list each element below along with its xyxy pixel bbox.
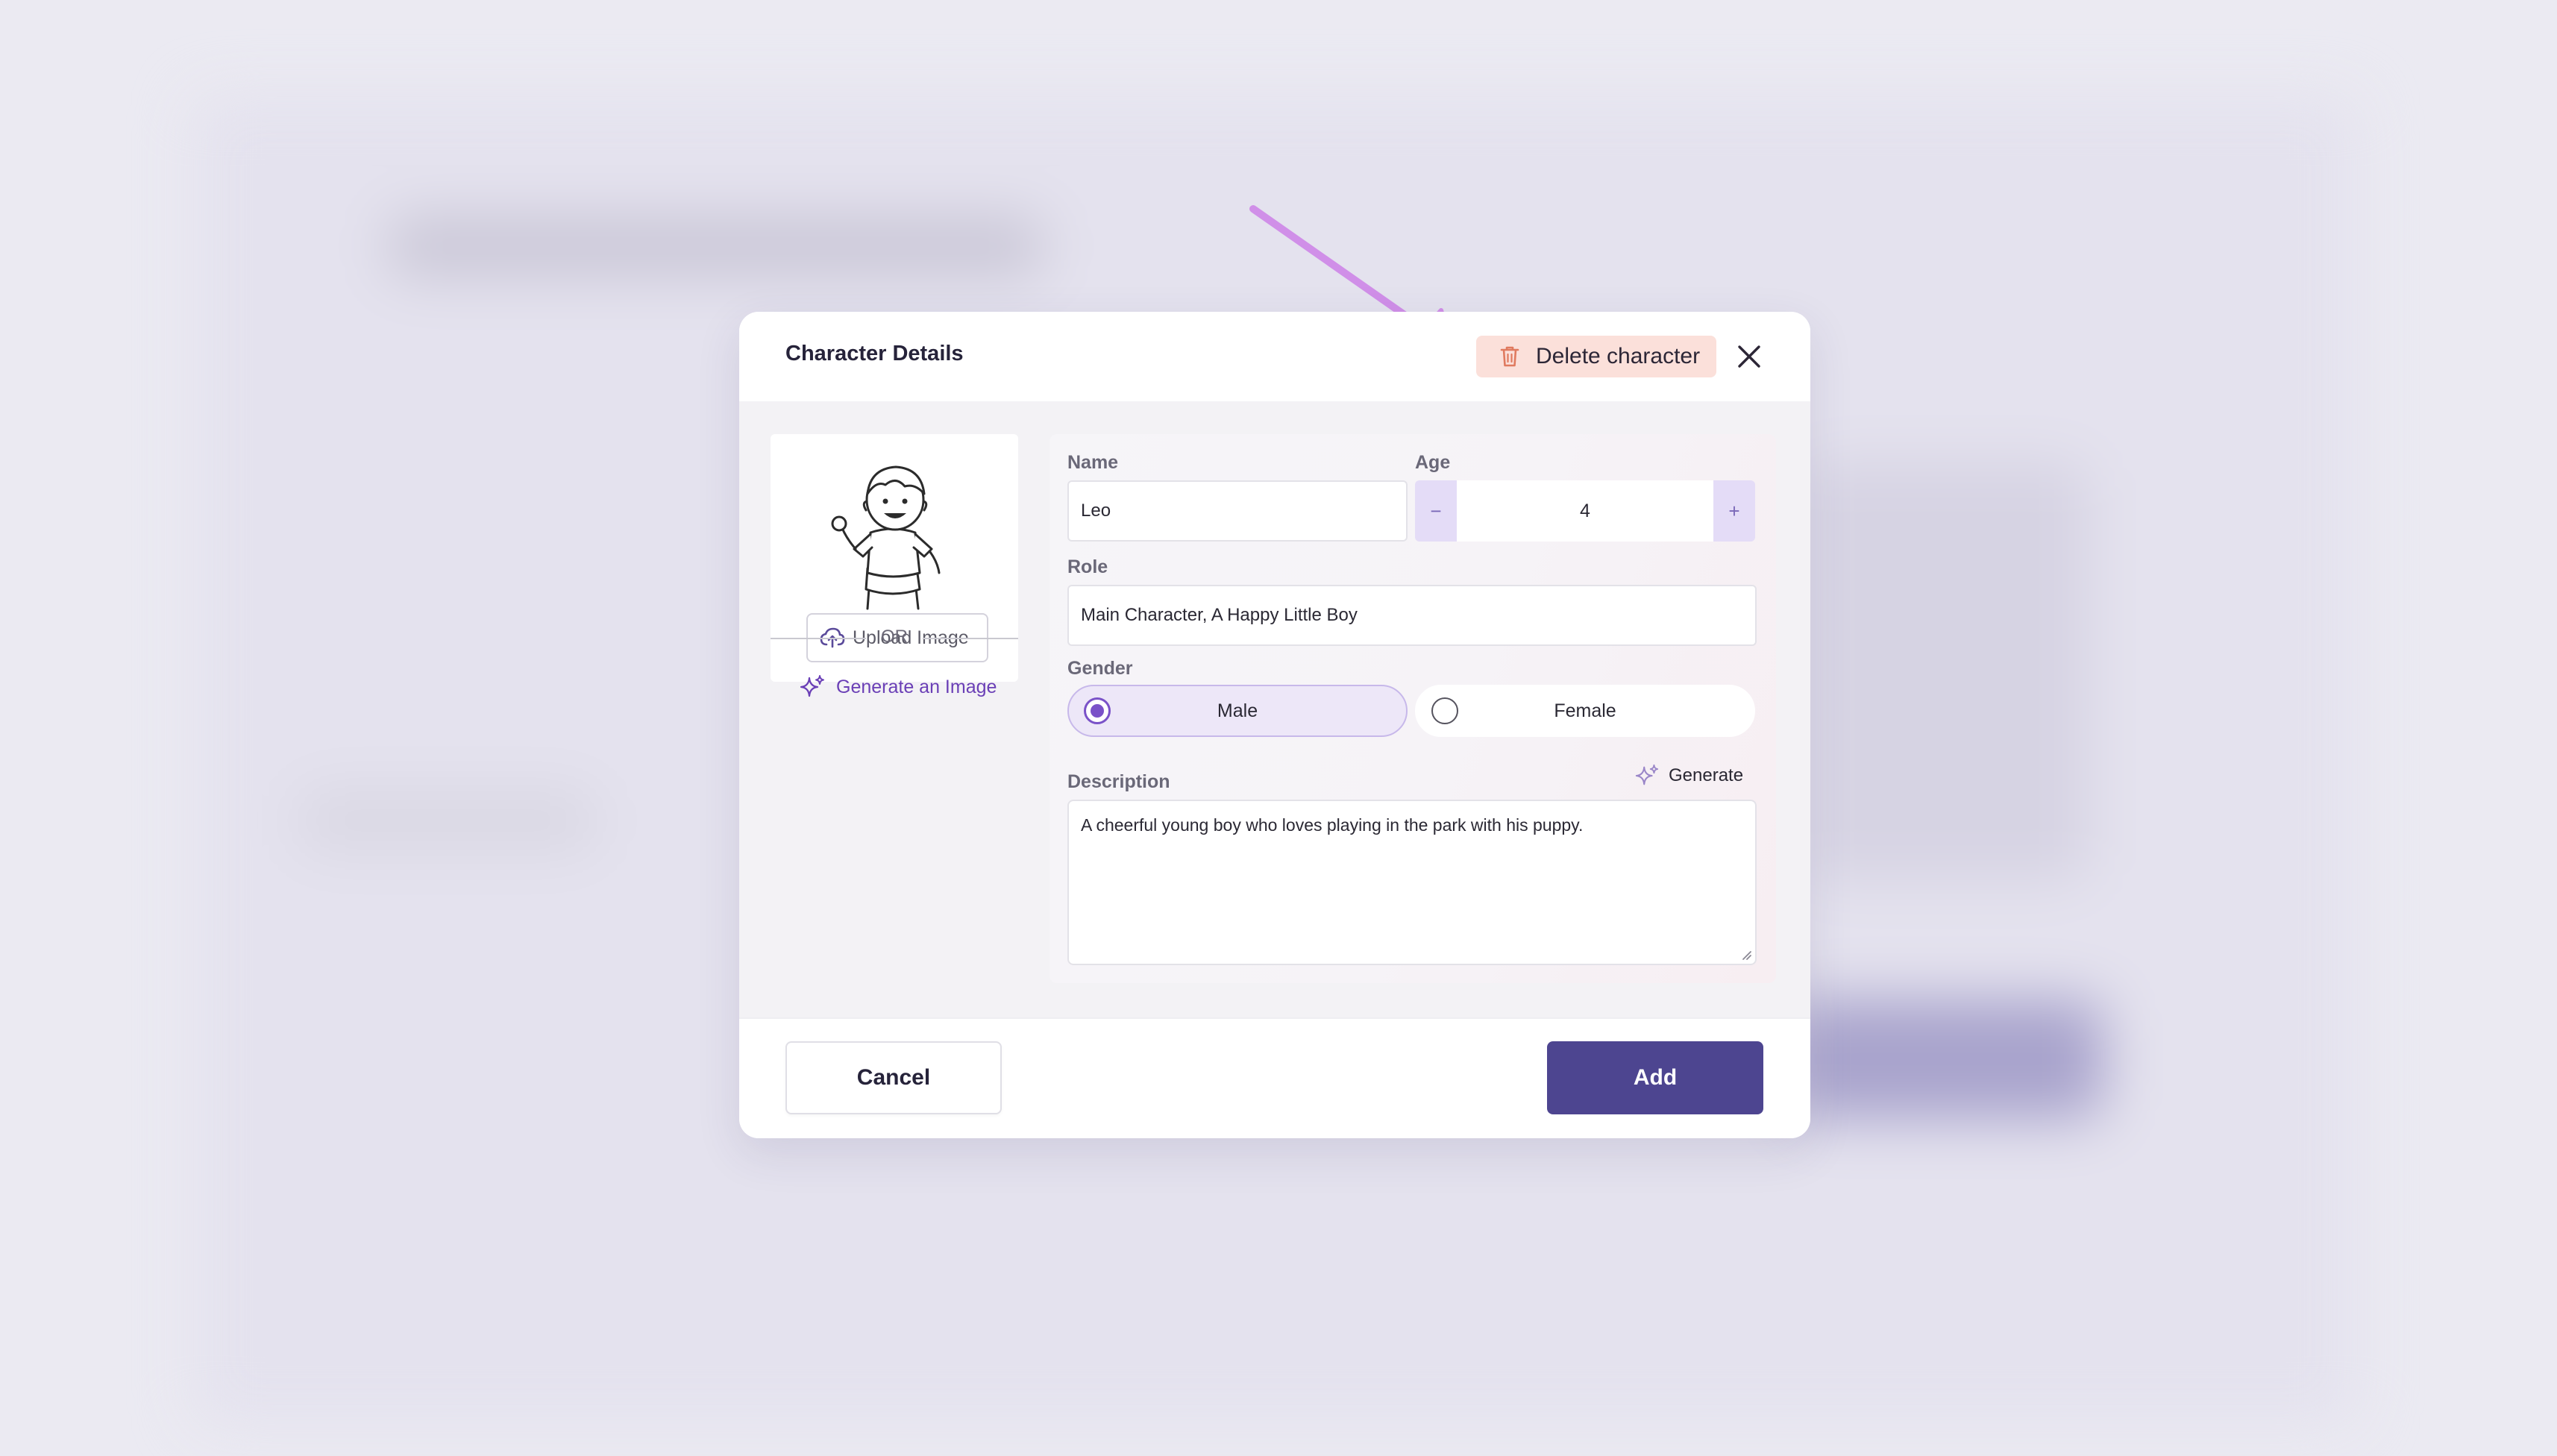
character-form: Name Leo Age − 4 + Role Main Character, … [1050, 434, 1776, 983]
generate-description-label: Generate [1669, 765, 1744, 785]
role-input[interactable]: Main Character, A Happy Little Boy [1067, 585, 1757, 646]
cancel-button[interactable]: Cancel [785, 1041, 1002, 1114]
generate-image-label: Generate an Image [836, 676, 997, 697]
close-button[interactable] [1736, 343, 1763, 370]
age-stepper: − 4 + [1415, 480, 1755, 542]
add-button[interactable]: Add [1547, 1041, 1763, 1114]
trash-icon [1500, 346, 1519, 367]
delete-character-label: Delete character [1536, 344, 1701, 368]
or-divider: OR [771, 627, 1018, 649]
description-text: A cheerful young boy who loves playing i… [1081, 815, 1584, 835]
generate-description-button[interactable]: Generate [1634, 761, 1743, 791]
modal-title: Character Details [785, 342, 964, 365]
name-input[interactable]: Leo [1067, 480, 1408, 542]
gender-male-option[interactable]: Male [1067, 685, 1408, 737]
gender-female-label: Female [1554, 700, 1616, 721]
close-icon [1738, 345, 1760, 368]
modal-footer: Cancel Add [739, 1017, 1810, 1138]
generate-image-button[interactable]: Generate an Image [799, 674, 997, 700]
sparkle-icon [1635, 764, 1659, 785]
description-textarea[interactable]: A cheerful young boy who loves playing i… [1067, 800, 1757, 965]
modal-body: Upload Image OR Generate an Image Name L… [739, 401, 1810, 1108]
or-text: OR [881, 627, 908, 647]
name-label: Name [1067, 452, 1119, 473]
delete-character-button[interactable]: Delete character [1476, 336, 1716, 377]
gender-female-option[interactable]: Female [1415, 685, 1755, 737]
sparkle-icon [800, 675, 824, 697]
age-increment-button[interactable]: + [1713, 480, 1755, 542]
gender-label: Gender [1067, 658, 1133, 679]
gender-male-label: Male [1217, 700, 1258, 721]
divider-line [923, 638, 1018, 639]
age-decrement-button[interactable]: − [1415, 480, 1457, 542]
modal-header: Character Details Delete character [739, 312, 1810, 401]
role-label: Role [1067, 556, 1108, 577]
age-input[interactable]: 4 [1457, 480, 1713, 542]
age-label: Age [1415, 452, 1451, 473]
character-illustration [831, 465, 941, 610]
description-label: Description [1067, 771, 1170, 792]
character-details-modal: Character Details Delete character Uploa… [739, 312, 1810, 1138]
resize-handle-icon[interactable] [1740, 949, 1752, 961]
